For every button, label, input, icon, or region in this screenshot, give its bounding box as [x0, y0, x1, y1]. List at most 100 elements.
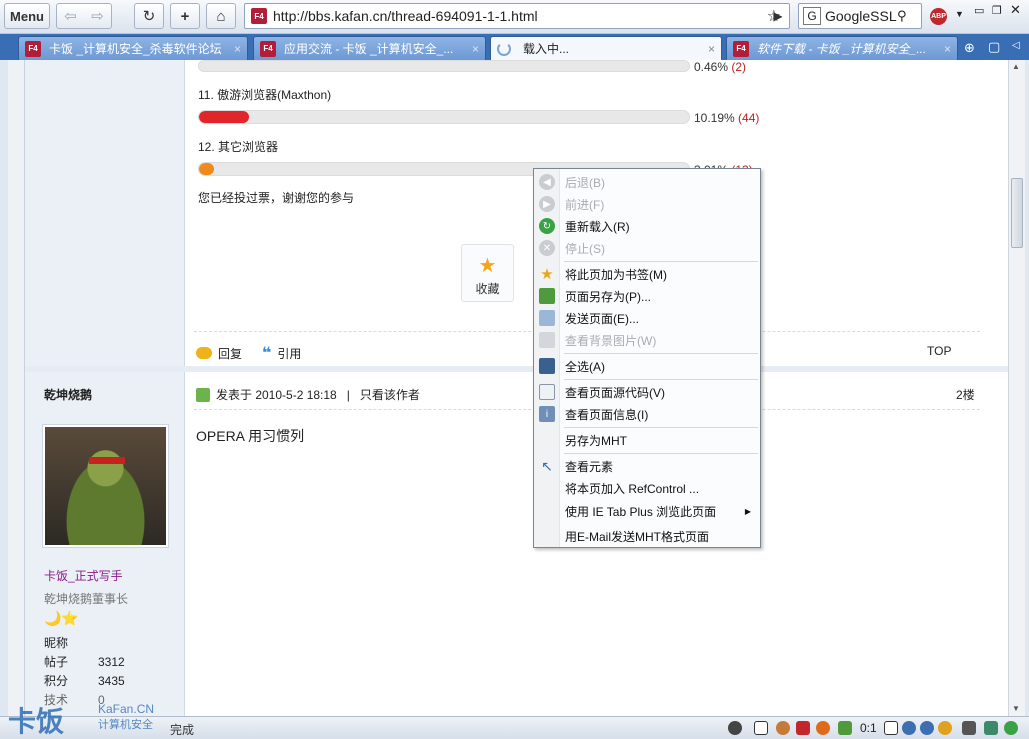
tab-close-icon[interactable]: ×: [472, 42, 479, 56]
menu-button[interactable]: Menu: [4, 3, 50, 29]
stat-points: 积分 3435: [44, 672, 125, 689]
menu-item-back[interactable]: ◀ 后退(B): [535, 171, 759, 193]
meta-separator: |: [346, 387, 350, 402]
search-bar[interactable]: G ⚲: [798, 3, 922, 29]
magnifier-icon[interactable]: ⚲: [897, 8, 907, 24]
menu-item-label: 查看页面信息(I): [565, 407, 649, 422]
only-author-link[interactable]: 只看该作者: [360, 386, 420, 403]
addon-status-icon[interactable]: [938, 721, 952, 735]
poll-count: (44): [738, 111, 760, 125]
tab-close-icon[interactable]: ×: [708, 42, 715, 56]
reply-link[interactable]: 回复: [218, 345, 242, 362]
menu-item-bookmark[interactable]: ★ 将此页加为书签(M): [535, 263, 759, 285]
tab-loading[interactable]: 载入中... ×: [490, 36, 722, 60]
go-button[interactable]: ▶: [765, 3, 791, 29]
menu-item-select-all[interactable]: 全选(A): [535, 355, 759, 377]
menu-item-label: 将此页加为书签(M): [565, 267, 667, 282]
forward-arrow-icon[interactable]: ⇨: [91, 7, 104, 25]
tab-kafan-forum[interactable]: F4 卡饭 _计算机安全_杀毒软件论坛 ×: [18, 36, 248, 60]
menu-separator: [564, 379, 758, 380]
minimize-window-icon[interactable]: ▭: [974, 4, 984, 17]
favorite-button[interactable]: ★ 收藏: [461, 244, 514, 302]
menu-item-view-source[interactable]: 查看页面源代码(V): [535, 381, 759, 403]
extension-status-icon[interactable]: [984, 721, 998, 735]
menu-item-label: 发送页面(E)...: [565, 311, 639, 326]
scroll-up-icon[interactable]: ▲: [1012, 62, 1020, 71]
page-source-icon: [539, 384, 555, 400]
plus-icon: +: [180, 7, 190, 25]
quote-link[interactable]: 引用: [277, 345, 301, 362]
menu-item-send-page[interactable]: 发送页面(E)...: [535, 307, 759, 329]
tab-app-exchange[interactable]: F4 应用交流 - 卡饭 _计算机安全_... ×: [253, 36, 486, 60]
tab-list-folder-icon[interactable]: ▢: [988, 39, 1000, 55]
home-button[interactable]: ⌂: [206, 3, 236, 29]
cookie-status-icon[interactable]: [776, 721, 790, 735]
menu-item-forward[interactable]: ▶ 前进(F): [535, 193, 759, 215]
adblock-icon[interactable]: ABP: [930, 8, 947, 25]
reply-icon[interactable]: [196, 347, 212, 359]
tab-label: 卡饭 _计算机安全_杀毒软件论坛: [49, 42, 222, 56]
search-input[interactable]: [825, 8, 897, 24]
adblock-dropdown-icon[interactable]: ▼: [955, 9, 964, 19]
zoom-out-icon[interactable]: [920, 721, 934, 735]
close-window-icon[interactable]: ✕: [1010, 2, 1021, 18]
menu-item-inspect[interactable]: ↖ 查看元素: [535, 455, 759, 477]
poll-bar-fill: [199, 163, 214, 175]
author-name[interactable]: 乾坤烧鹅: [44, 386, 92, 403]
poll-percent: 0.46% (2): [694, 60, 746, 74]
bug-status-icon[interactable]: [962, 721, 976, 735]
stat-value: 3435: [98, 674, 125, 688]
tab-strip: F4 卡饭 _计算机安全_杀毒软件论坛 × F4 应用交流 - 卡饭 _计算机安…: [0, 34, 1029, 60]
firefox-status-icon[interactable]: [816, 721, 830, 735]
menu-item-stop[interactable]: ✕ 停止(S): [535, 237, 759, 259]
tab-close-icon[interactable]: ×: [234, 42, 241, 56]
reload-button[interactable]: ↻: [134, 3, 164, 29]
poll-percent: 10.19% (44): [694, 111, 759, 125]
zoom-in-icon[interactable]: [902, 721, 916, 735]
menu-separator: [564, 453, 758, 454]
menu-item-save-mht[interactable]: 另存为MHT: [535, 429, 759, 451]
tab-close-icon[interactable]: ×: [944, 42, 951, 56]
menu-item-label: 使用 IE Tab Plus 浏览此页面: [565, 504, 717, 519]
quote-icon[interactable]: ❝: [262, 343, 271, 363]
go-arrow-icon: ▶: [773, 9, 783, 23]
url-text[interactable]: http://bbs.kafan.cn/thread-694091-1-1.ht…: [273, 8, 767, 24]
menu-item-refcontrol[interactable]: 将本页加入 RefControl ...: [535, 477, 759, 499]
stat-label: 积分: [44, 674, 69, 688]
menu-item-save-page[interactable]: 页面另存为(P)...: [535, 285, 759, 307]
menu-item-label: 将本页加入 RefControl ...: [565, 481, 700, 496]
new-tab-button[interactable]: +: [170, 3, 200, 29]
menu-item-reload[interactable]: ↻ 重新载入(R): [535, 215, 759, 237]
new-tab-icon[interactable]: ⊕: [964, 40, 975, 56]
restore-window-icon[interactable]: ❐: [992, 4, 1002, 17]
home-icon: ⌂: [216, 7, 226, 25]
stat-posts: 帖子 3312: [44, 653, 125, 670]
tab-scroll-icon[interactable]: ◁: [1012, 40, 1020, 51]
menu-separator: [564, 353, 758, 354]
back-arrow-icon[interactable]: ⇦: [64, 7, 77, 25]
menu-item-ie-tab[interactable]: 使用 IE Tab Plus 浏览此页面 ▶: [535, 500, 759, 522]
address-bar[interactable]: F4 http://bbs.kafan.cn/thread-694091-1-1…: [244, 3, 790, 29]
top-link[interactable]: TOP: [927, 344, 951, 358]
scroll-down-icon[interactable]: ▼: [1012, 704, 1020, 713]
menu-item-email-mht[interactable]: 用E-Mail发送MHT格式页面: [535, 525, 759, 547]
scroll-thumb[interactable]: [1011, 178, 1023, 248]
stat-label: 帖子: [44, 655, 69, 669]
google-engine-icon[interactable]: G: [803, 7, 821, 25]
menu-item-view-background[interactable]: 查看背景图片(W): [535, 329, 759, 351]
stylish-status-icon[interactable]: [884, 721, 898, 735]
security-status-icon[interactable]: [796, 721, 810, 735]
select-all-icon: [539, 358, 555, 374]
download-status-icon[interactable]: [838, 721, 852, 735]
rank-badge-icon: 🌙⭐: [44, 610, 79, 626]
menu-item-page-info[interactable]: i 查看页面信息(I): [535, 403, 759, 425]
tab-software-download[interactable]: F4 软件下载 - 卡饭 _计算机安全_... ×: [726, 36, 958, 60]
watermark-subtitle: 计算机安全: [98, 719, 153, 731]
check-status-icon[interactable]: [1004, 721, 1018, 735]
vertical-scrollbar[interactable]: ▲ ▼: [1008, 60, 1025, 716]
forward-icon: ▶: [539, 196, 555, 212]
gear-status-icon[interactable]: [728, 721, 742, 735]
page-status-icon[interactable]: [754, 721, 768, 735]
avatar[interactable]: [42, 424, 169, 548]
watermark-site: KaFan.CN: [98, 702, 155, 716]
